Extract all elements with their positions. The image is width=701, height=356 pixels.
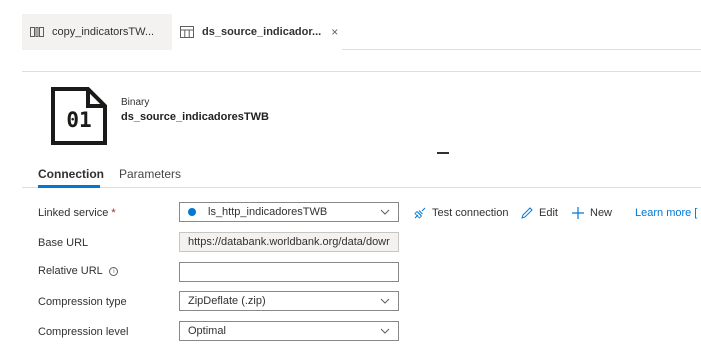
base-url-field[interactable]: https://databank.worldbank.org/data/dowr [179, 232, 399, 252]
dataset-type: Binary [121, 97, 150, 108]
compression-level-label: Compression level [38, 326, 129, 338]
test-connection-label: Test connection [432, 207, 509, 219]
tab-connection[interactable]: Connection [38, 167, 104, 181]
linked-service-label-text: Linked service [38, 207, 109, 219]
binary-icon-text: 01 [66, 108, 92, 132]
compression-type-value: ZipDeflate (.zip) [188, 295, 266, 307]
learn-more-link[interactable]: Learn more [ [635, 207, 697, 219]
active-tab-indicator [38, 185, 100, 188]
compression-level-select[interactable]: Optimal [179, 321, 399, 341]
dataset-name: ds_source_indicadoresTWB [121, 111, 269, 123]
tab-label: ds_source_indicador... [202, 26, 322, 38]
relative-url-label: Relative URL i [38, 265, 119, 277]
base-url-label: Base URL [38, 237, 89, 249]
new-button[interactable]: New [571, 206, 612, 220]
edit-label: Edit [539, 207, 558, 219]
dataset-editor: copy_indicatorsTW... ds_source_indicador… [0, 0, 701, 356]
compression-type-select[interactable]: ZipDeflate (.zip) [179, 291, 399, 311]
info-icon[interactable]: i [109, 267, 119, 276]
linked-service-label: Linked service * [38, 207, 116, 219]
pencil-icon [521, 207, 533, 219]
plug-icon [414, 207, 426, 219]
tab-label: copy_indicatorsTW... [52, 26, 155, 38]
collapse-handle-icon[interactable] [437, 152, 449, 154]
linked-service-value: ls_http_indicadoresTWB [208, 206, 328, 218]
linked-service-status-icon [188, 208, 196, 216]
chevron-down-icon [380, 298, 390, 304]
table-icon [180, 26, 194, 38]
edit-button[interactable]: Edit [520, 206, 558, 220]
compression-type-label: Compression type [38, 296, 127, 308]
relative-url-input[interactable] [179, 262, 399, 282]
properties-tabs: Connection Parameters [22, 162, 701, 188]
compression-level-value: Optimal [188, 325, 226, 337]
chevron-down-icon [380, 328, 390, 334]
chevron-down-icon [380, 209, 390, 215]
new-label: New [590, 207, 613, 219]
binary-file-icon: 01 [50, 86, 108, 146]
divider [22, 71, 701, 72]
base-url-value: https://databank.worldbank.org/data/dowr [188, 236, 390, 248]
test-connection-button[interactable]: Test connection [413, 206, 508, 220]
pipeline-icon [30, 27, 44, 37]
relative-url-label-text: Relative URL [38, 265, 103, 277]
document-tab-bar: copy_indicatorsTW... ds_source_indicador… [22, 14, 701, 50]
plus-icon [572, 207, 584, 219]
required-marker: * [111, 207, 116, 219]
linked-service-select[interactable]: ls_http_indicadoresTWB [179, 202, 399, 222]
close-icon[interactable]: × [331, 25, 338, 39]
tab-parameters[interactable]: Parameters [119, 167, 181, 181]
tab-ds-source[interactable]: ds_source_indicador... × [172, 14, 342, 50]
tab-copy-indicators[interactable]: copy_indicatorsTW... [22, 14, 172, 50]
